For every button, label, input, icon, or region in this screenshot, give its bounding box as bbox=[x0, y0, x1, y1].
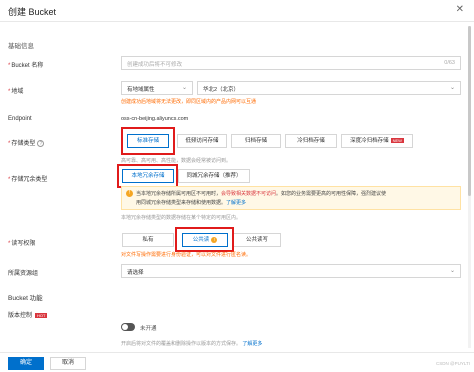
bucket-name-input[interactable]: 创建成功后将不可修改 0/63 bbox=[121, 56, 461, 70]
acl-option-public-read-write[interactable]: 公共读写 bbox=[233, 233, 281, 247]
redundancy-note: 本地冗余存储类型的数据存储在某个特定的可用区内。 bbox=[121, 215, 242, 221]
acl-note: 对文件写操作需要进行身份验证，可以对文件进行匿名读。 bbox=[121, 252, 252, 258]
versioning-label: 版本控制 HOT bbox=[8, 313, 48, 319]
chevron-down-icon: ⌄ bbox=[449, 85, 455, 91]
bucket-name-count: 0/63 bbox=[444, 60, 455, 66]
watermark: CSDN @PUYLTI bbox=[436, 361, 470, 366]
storage-option-deep-cold-archive[interactable]: 深度冷归档存储 NEW bbox=[341, 134, 413, 148]
storage-class-note: 高可靠、高可用、高性能，数据会经常被访问到。 bbox=[121, 158, 232, 164]
resource-group-label: 所属资源组 bbox=[8, 271, 39, 277]
storage-option-archive[interactable]: 归档存储 bbox=[231, 134, 281, 148]
storage-option-cold-archive[interactable]: 冷归档存储 bbox=[285, 134, 337, 148]
region-label: *地域 bbox=[8, 89, 24, 95]
region-note: 创建成功后地域将无法更改，即同区域内的产品内网可以互通 bbox=[121, 99, 257, 105]
confirm-button[interactable]: 确定 bbox=[8, 357, 44, 370]
versioning-toggle-label: 未开通 bbox=[140, 326, 157, 332]
region-select[interactable]: 华北2（北京） ⌄ bbox=[197, 81, 461, 95]
redundancy-option-zrs[interactable]: 同城冗余存储（推荐） bbox=[178, 169, 250, 183]
warning-icon: ! bbox=[126, 190, 133, 197]
highlight-box-redundancy bbox=[117, 164, 178, 188]
close-icon[interactable]: ✕ bbox=[456, 4, 464, 15]
storage-class-label: *存储类型? bbox=[8, 138, 45, 147]
chevron-down-icon: ⌄ bbox=[181, 85, 187, 91]
storage-option-ia[interactable]: 低频访问存储 bbox=[177, 134, 227, 148]
scrollbar-thumb[interactable] bbox=[468, 26, 471, 196]
highlight-box-storage bbox=[121, 127, 175, 155]
dialog-titlebar: 创建 Bucket ✕ bbox=[0, 0, 474, 22]
bucket-name-placeholder: 创建成功后将不可修改 bbox=[127, 62, 183, 68]
section-bucket-features: Bucket 功能 bbox=[8, 295, 43, 302]
versioning-note: 开启后将对文件的覆盖和删除操作以版本的方式保存。 了解更多 bbox=[121, 341, 263, 347]
learn-more-link[interactable]: 了解更多 bbox=[226, 200, 246, 206]
highlight-box-acl bbox=[175, 227, 234, 252]
toggle-knob bbox=[122, 324, 128, 330]
versioning-toggle[interactable] bbox=[121, 323, 135, 331]
new-badge: NEW bbox=[390, 138, 404, 143]
cancel-button[interactable]: 取消 bbox=[50, 357, 86, 370]
help-icon: ? bbox=[37, 139, 45, 147]
resource-group-select[interactable]: 请选择 ⌄ bbox=[121, 264, 461, 278]
acl-label: *读写权限 bbox=[8, 241, 36, 247]
section-basic-info: 基础信息 bbox=[8, 43, 34, 50]
redundancy-label: *存储冗余类型 bbox=[8, 177, 48, 183]
hot-badge: HOT bbox=[35, 313, 48, 318]
endpoint-label: Endpoint bbox=[8, 116, 32, 122]
acl-option-private[interactable]: 私有 bbox=[122, 233, 174, 247]
endpoint-value: oss-cn-beijing.aliyuncs.com bbox=[121, 116, 189, 122]
scrollbar[interactable] bbox=[468, 26, 471, 348]
bucket-name-label: *Bucket 名称 bbox=[8, 63, 44, 69]
region-type-select[interactable]: 有地域属性 ⌄ bbox=[121, 81, 193, 95]
dialog-title: 创建 Bucket bbox=[8, 7, 57, 17]
redundancy-warning-alert: ! 当本地冗余存储所属可用区不可用时，会导致相关数据不可访问。如您的业务需要更高… bbox=[121, 186, 461, 210]
chevron-down-icon: ⌄ bbox=[449, 268, 455, 274]
dialog-footer: 确定 取消 CSDN @PUYLTI bbox=[0, 352, 474, 372]
